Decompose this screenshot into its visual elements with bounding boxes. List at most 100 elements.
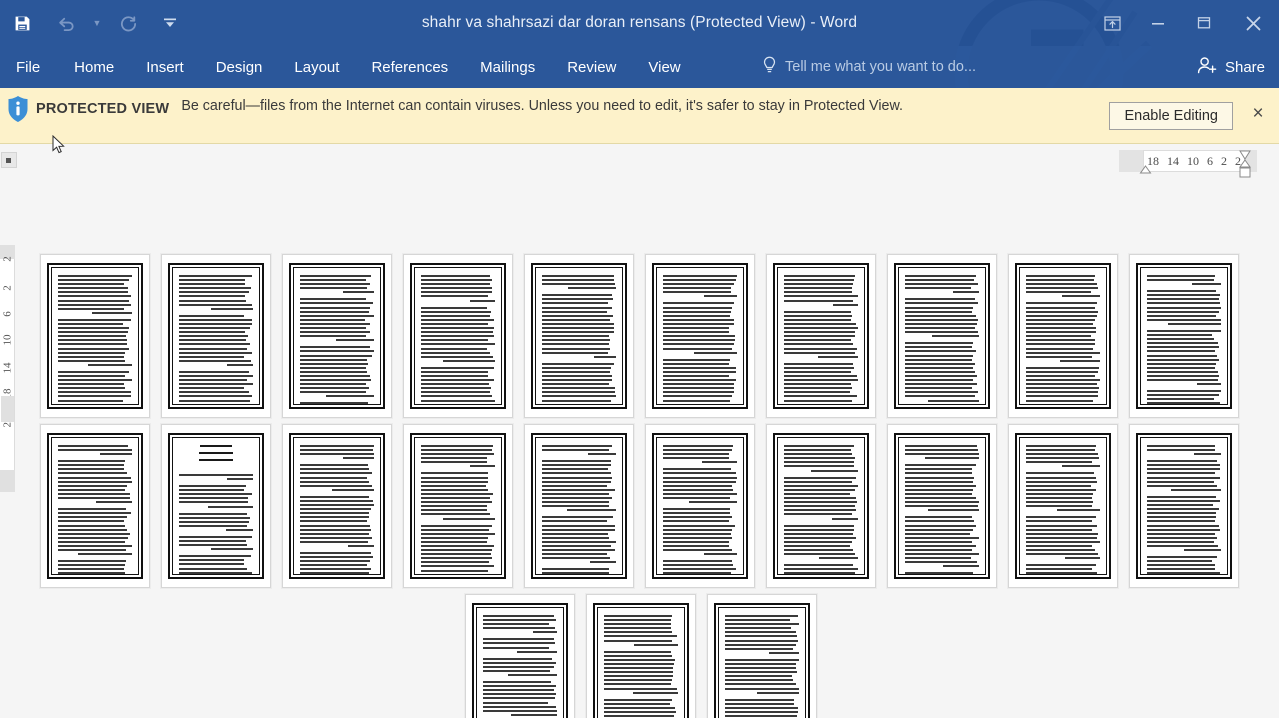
page-thumbnail[interactable] — [586, 594, 696, 718]
page-thumbnail[interactable] — [282, 424, 392, 588]
tab-file[interactable]: File — [0, 46, 58, 88]
page-text-line — [542, 343, 609, 346]
page-thumbnail[interactable] — [645, 424, 755, 588]
document-page-grid[interactable] — [16, 180, 1266, 718]
page-text-line — [784, 391, 851, 394]
page-text-line — [725, 615, 799, 617]
tab-review[interactable]: Review — [551, 46, 632, 88]
page-text-line — [1167, 322, 1221, 325]
page-thumbnail[interactable] — [40, 254, 150, 418]
page-text-line — [725, 675, 792, 678]
page-thumbnail[interactable] — [1129, 254, 1239, 418]
page-text-line — [58, 484, 127, 487]
customize-qat-icon[interactable] — [150, 0, 190, 46]
page-inner-border — [414, 437, 502, 575]
page-paragraph — [542, 362, 616, 404]
page-text-line — [1026, 302, 1097, 305]
enable-editing-button[interactable]: Enable Editing — [1109, 102, 1233, 130]
page-text-line — [1026, 403, 1094, 404]
page-border — [1015, 263, 1111, 409]
page-text-line — [1062, 295, 1100, 298]
page-thumbnail[interactable] — [887, 424, 997, 588]
page-text-line — [784, 351, 856, 354]
page-thumbnail[interactable] — [282, 254, 392, 418]
page-text-line — [58, 403, 128, 404]
page-thumbnail[interactable] — [1008, 254, 1118, 418]
page-text-line — [300, 504, 374, 507]
page-text-line — [604, 658, 675, 661]
page-text-line — [58, 540, 126, 543]
minimize-icon[interactable] — [1135, 0, 1181, 46]
page-text-line — [179, 351, 253, 354]
page-text-line — [542, 544, 612, 547]
share-button[interactable]: Share — [1197, 46, 1265, 88]
page-paragraph — [663, 560, 737, 574]
page-text-line — [604, 687, 678, 690]
restore-icon[interactable] — [1181, 0, 1227, 46]
tell-me-search[interactable]: Tell me what you want to do... — [762, 46, 976, 88]
page-paragraph — [58, 560, 132, 574]
horizontal-ruler[interactable]: 18 14 10 6 2 2 — [1143, 150, 1245, 172]
page-paragraph — [784, 310, 858, 358]
page-thumbnail[interactable] — [40, 424, 150, 588]
tab-insert[interactable]: Insert — [130, 46, 200, 88]
page-thumbnail[interactable] — [465, 594, 575, 718]
tab-layout[interactable]: Layout — [278, 46, 355, 88]
tab-references[interactable]: References — [355, 46, 464, 88]
page-text-line — [1183, 549, 1221, 552]
protected-view-close-icon[interactable]: × — [1249, 104, 1267, 123]
page-thumbnail[interactable] — [707, 594, 817, 718]
page-text-line — [58, 476, 131, 479]
page-thumbnail[interactable] — [1129, 424, 1239, 588]
ribbon-display-options-icon[interactable] — [1089, 0, 1135, 46]
page-thumbnail[interactable] — [403, 424, 513, 588]
page-text-line — [1147, 294, 1220, 297]
page-text-line — [590, 561, 616, 564]
undo-dropdown-chevron-down-icon[interactable]: ▼ — [88, 0, 106, 46]
save-icon[interactable] — [0, 0, 44, 46]
tab-home[interactable]: Home — [58, 46, 130, 88]
vertical-ruler-bottom-margin — [0, 470, 15, 492]
page-paragraph — [542, 568, 616, 574]
page-text-line — [421, 549, 493, 552]
vruler-tick: 6 — [1, 311, 14, 317]
page-text-line — [1147, 342, 1218, 345]
tab-mailings[interactable]: Mailings — [464, 46, 551, 88]
page-text-line — [1147, 508, 1220, 511]
tab-design[interactable]: Design — [200, 46, 279, 88]
page-text-line — [91, 311, 132, 314]
page-thumbnail[interactable] — [766, 424, 876, 588]
page-text-line — [1147, 532, 1215, 535]
page-text-line — [784, 335, 855, 338]
page-thumbnail[interactable] — [887, 254, 997, 418]
page-text-line — [604, 619, 671, 622]
page-text-line — [905, 374, 977, 377]
page-thumbnail[interactable] — [524, 254, 634, 418]
page-paragraph — [1147, 329, 1221, 386]
page-thumbnail[interactable] — [403, 254, 513, 418]
redo-icon[interactable] — [106, 0, 150, 46]
page-thumbnail[interactable] — [161, 424, 271, 588]
page-text-line — [831, 517, 858, 520]
vertical-scroll-thumb[interactable] — [1, 396, 14, 422]
page-text-line — [421, 318, 495, 321]
page-text-line — [1147, 329, 1221, 332]
page-text-line — [342, 291, 374, 294]
vertical-ruler[interactable]: 2 2 6 10 14 18 22 — [0, 150, 15, 580]
page-text-line — [421, 553, 491, 556]
page-thumbnail[interactable] — [161, 254, 271, 418]
page-text-line — [905, 322, 977, 325]
page-text-line — [542, 524, 616, 527]
close-icon[interactable] — [1227, 0, 1279, 46]
page-text-content — [604, 615, 678, 718]
tab-view[interactable]: View — [632, 46, 696, 88]
page-thumbnail[interactable] — [1008, 424, 1118, 588]
page-border — [894, 263, 990, 409]
page-text-line — [179, 563, 245, 566]
page-text-line — [300, 512, 369, 515]
page-thumbnail[interactable] — [645, 254, 755, 418]
page-text-line — [663, 540, 730, 543]
undo-icon[interactable] — [44, 0, 88, 46]
page-thumbnail[interactable] — [766, 254, 876, 418]
page-thumbnail[interactable] — [524, 424, 634, 588]
